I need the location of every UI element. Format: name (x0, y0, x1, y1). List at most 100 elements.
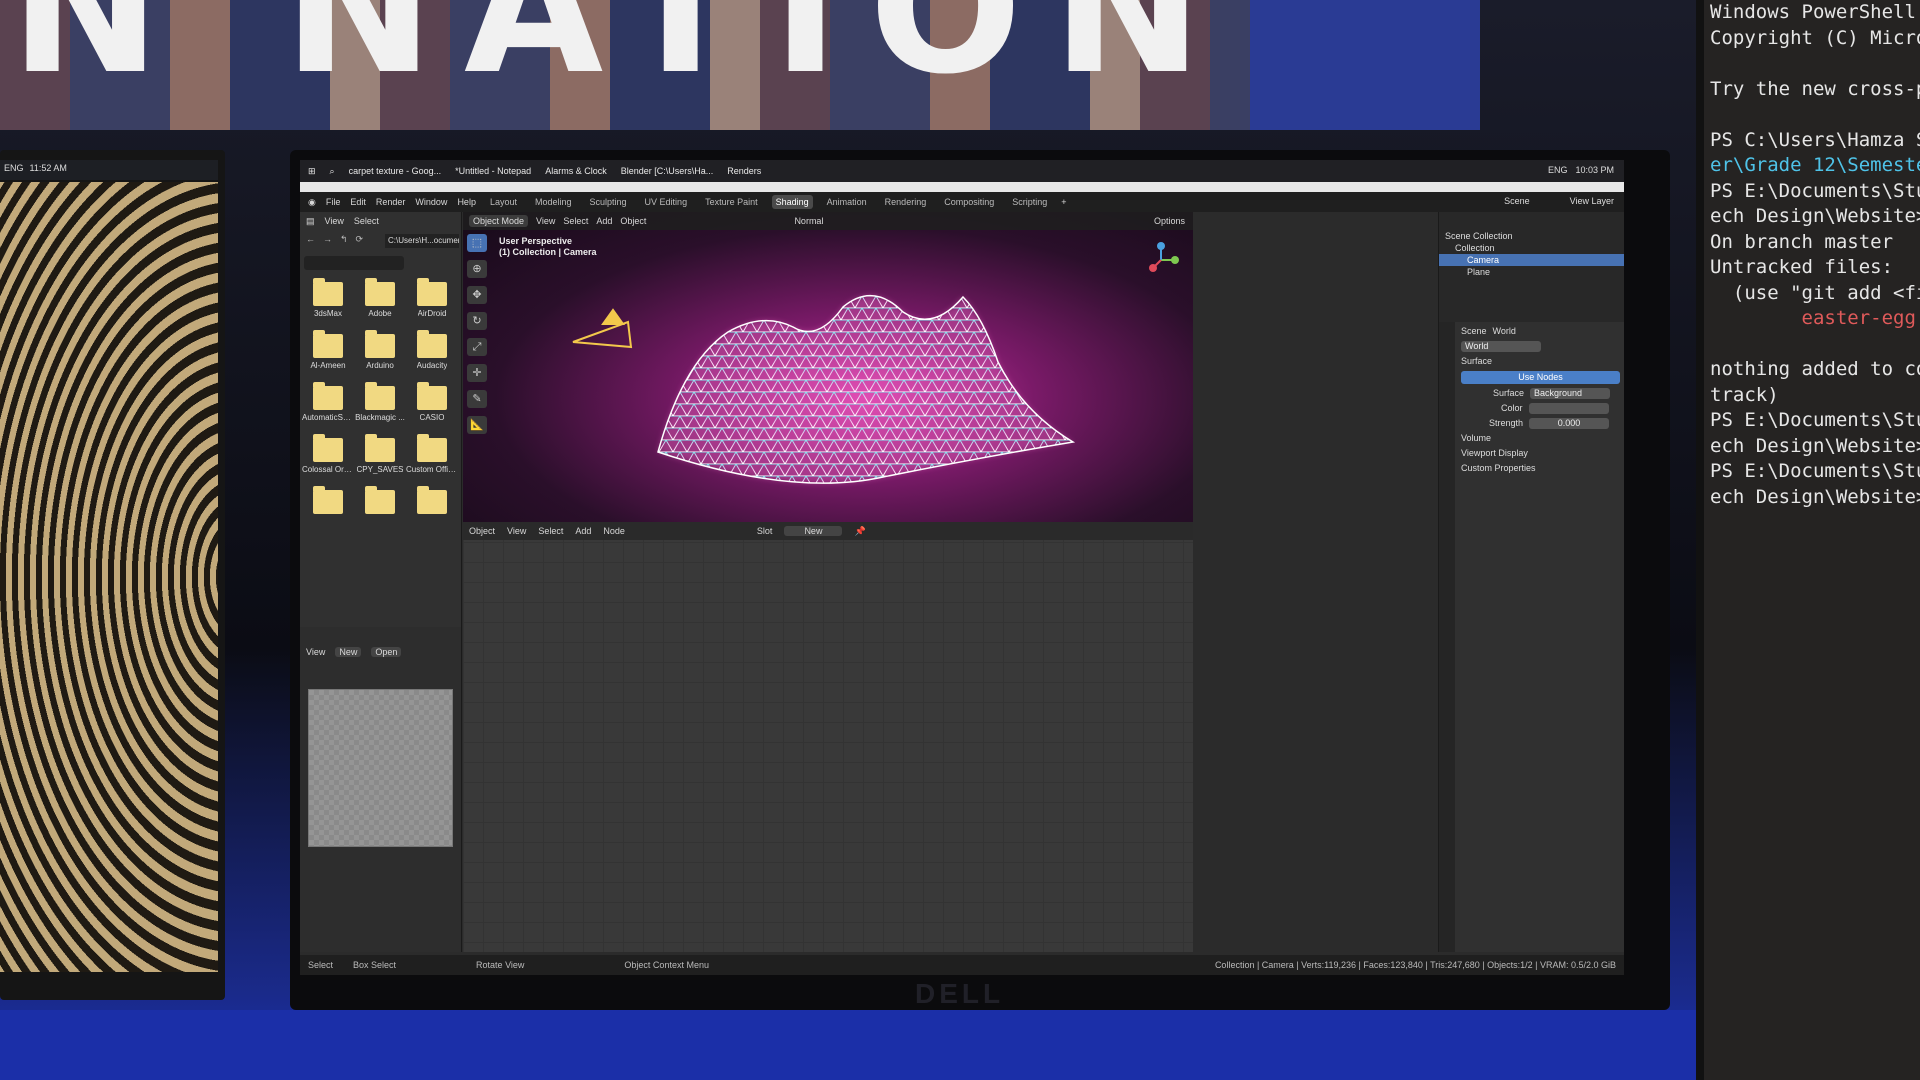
world-name-field[interactable]: World (1461, 341, 1541, 352)
outliner-scene-collection[interactable]: Scene Collection (1439, 230, 1624, 242)
folder-item[interactable]: Blackmagic ... (354, 382, 406, 422)
taskbar-item-chrome[interactable]: carpet texture - Goog... (349, 166, 442, 176)
view-layer-selector[interactable]: View Layer (1570, 196, 1614, 206)
tab-modeling[interactable]: Modeling (531, 195, 576, 209)
folder-item[interactable]: Audacity (406, 330, 458, 370)
vp-menu-view[interactable]: View (536, 216, 555, 226)
tray-lang[interactable]: ENG (1548, 165, 1568, 175)
ne-menu-view[interactable]: View (507, 526, 526, 536)
strength-field[interactable]: 0.000 (1529, 418, 1610, 429)
image-canvas[interactable] (308, 689, 453, 847)
folder-item[interactable] (354, 486, 406, 517)
shader-node-editor[interactable]: Object View Select Add Node Slot New 📌 (463, 522, 1193, 952)
new-material-button[interactable]: New (784, 526, 843, 536)
fb-search-input[interactable] (304, 256, 404, 270)
camera-object[interactable] (572, 308, 633, 349)
folder-item[interactable] (406, 486, 458, 517)
menu-window[interactable]: Window (415, 197, 447, 207)
outliner-collection[interactable]: Collection (1439, 242, 1624, 254)
folder-item[interactable]: Custom Offic... (406, 434, 458, 474)
navigation-gizmo[interactable] (1141, 240, 1181, 280)
windows-start-icon[interactable]: ⊞ (308, 166, 316, 177)
folder-item[interactable]: CASIO (406, 382, 458, 422)
folder-item[interactable]: AirDroid (406, 278, 458, 318)
use-nodes-button[interactable]: Use Nodes (1461, 371, 1620, 384)
menu-edit[interactable]: Edit (350, 197, 366, 207)
scale-tool-icon[interactable]: ⤢ (467, 338, 487, 356)
powershell-terminal[interactable]: Windows PowerShell Copyright (C) Micro Try… (1696, 0, 1920, 1080)
surface-label: Surface (1493, 388, 1525, 398)
vp-menu-add[interactable]: Add (596, 216, 612, 226)
cursor-tool-icon[interactable]: ⊕ (467, 260, 487, 278)
folder-label: AutomaticSol... (302, 413, 354, 422)
tab-animation[interactable]: Animation (823, 195, 871, 209)
folder-item[interactable]: AutomaticSol... (302, 382, 354, 422)
folder-item[interactable]: 3dsMax (302, 278, 354, 318)
taskbar-item-blender[interactable]: Blender [C:\Users\Ha... (621, 166, 714, 176)
outliner-camera[interactable]: Camera (1439, 254, 1624, 266)
options-button[interactable]: Options (1154, 216, 1185, 226)
tab-rendering[interactable]: Rendering (881, 195, 931, 209)
folder-item[interactable]: CPY_SAVES (354, 434, 406, 474)
custom-properties-panel[interactable]: Custom Properties (1457, 461, 1624, 476)
menu-file[interactable]: File (326, 197, 341, 207)
transform-tool-icon[interactable]: ✛ (467, 364, 487, 382)
viewport-display-panel[interactable]: Viewport Display (1457, 446, 1624, 461)
ne-menu-add[interactable]: Add (575, 526, 591, 536)
fb-path-field[interactable]: C:\Users\H...ocuments\ (385, 234, 459, 248)
tab-compositing[interactable]: Compositing (940, 195, 998, 209)
ie-menu-view[interactable]: View (306, 647, 325, 657)
ie-new-button[interactable]: New (335, 647, 362, 657)
back-arrow-icon[interactable]: ← (306, 234, 315, 245)
measure-tool-icon[interactable]: 📐 (467, 416, 487, 434)
tab-uv-editing[interactable]: UV Editing (641, 195, 692, 209)
surface-panel-header[interactable]: Surface (1457, 354, 1624, 369)
slot-selector[interactable]: Slot (757, 526, 773, 536)
folder-item[interactable]: Adobe (354, 278, 406, 318)
surface-shader-field[interactable]: Background (1530, 388, 1611, 399)
select-tool-icon[interactable]: ⬚ (467, 234, 487, 252)
folder-item[interactable]: Arduino (354, 330, 406, 370)
menu-help[interactable]: Help (457, 197, 476, 207)
tab-layout[interactable]: Layout (486, 195, 521, 209)
orientation-selector[interactable]: Normal (794, 216, 823, 226)
fb-menu-view[interactable]: View (325, 216, 344, 227)
taskbar-item-renders[interactable]: Renders (727, 166, 761, 176)
mode-selector[interactable]: Object Mode (469, 215, 529, 227)
taskbar-item-notepad[interactable]: *Untitled - Notepad (455, 166, 531, 176)
volume-panel[interactable]: Volume (1457, 431, 1624, 446)
color-field[interactable] (1528, 403, 1609, 414)
ne-menu-node[interactable]: Node (603, 526, 625, 536)
vp-menu-select[interactable]: Select (563, 216, 588, 226)
editor-type-icon[interactable]: ▤ (306, 216, 315, 227)
folder-item[interactable]: Colossal Order (302, 434, 354, 474)
tab-shading[interactable]: Shading (771, 195, 813, 209)
3d-viewport[interactable]: Object Mode View Select Add Object Norma… (463, 212, 1193, 522)
parent-dir-icon[interactable]: ↰ (340, 234, 348, 245)
fb-menu-select[interactable]: Select (354, 216, 379, 227)
plane-mesh-wireframe[interactable] (657, 294, 1076, 484)
scene-selector[interactable]: Scene (1504, 196, 1530, 206)
tray-clock[interactable]: 10:03 PM (1575, 165, 1614, 175)
rotate-tool-icon[interactable]: ↻ (467, 312, 487, 330)
tab-sculpting[interactable]: Sculpting (586, 195, 631, 209)
blender-logo-icon[interactable]: ◉ (308, 197, 316, 208)
search-icon[interactable]: ⌕ (330, 166, 335, 177)
folder-item[interactable] (302, 486, 354, 517)
annotate-tool-icon[interactable]: ✎ (467, 390, 487, 408)
node-editor-mode[interactable]: Object (469, 526, 495, 536)
menu-render[interactable]: Render (376, 197, 406, 207)
pin-icon[interactable]: 📌 (854, 526, 865, 537)
outliner-plane[interactable]: Plane (1439, 266, 1624, 278)
refresh-icon[interactable]: ⟳ (356, 234, 364, 245)
taskbar-item-alarms[interactable]: Alarms & Clock (545, 166, 607, 176)
forward-arrow-icon[interactable]: → (323, 234, 332, 245)
move-tool-icon[interactable]: ✥ (467, 286, 487, 304)
tab-texture-paint[interactable]: Texture Paint (701, 195, 762, 209)
vp-menu-object[interactable]: Object (620, 216, 646, 226)
ne-menu-select[interactable]: Select (538, 526, 563, 536)
tab-scripting[interactable]: Scripting (1008, 195, 1051, 209)
folder-item[interactable]: Al-Ameen (302, 330, 354, 370)
ie-open-button[interactable]: Open (371, 647, 402, 657)
add-workspace-icon[interactable]: + (1061, 197, 1066, 207)
